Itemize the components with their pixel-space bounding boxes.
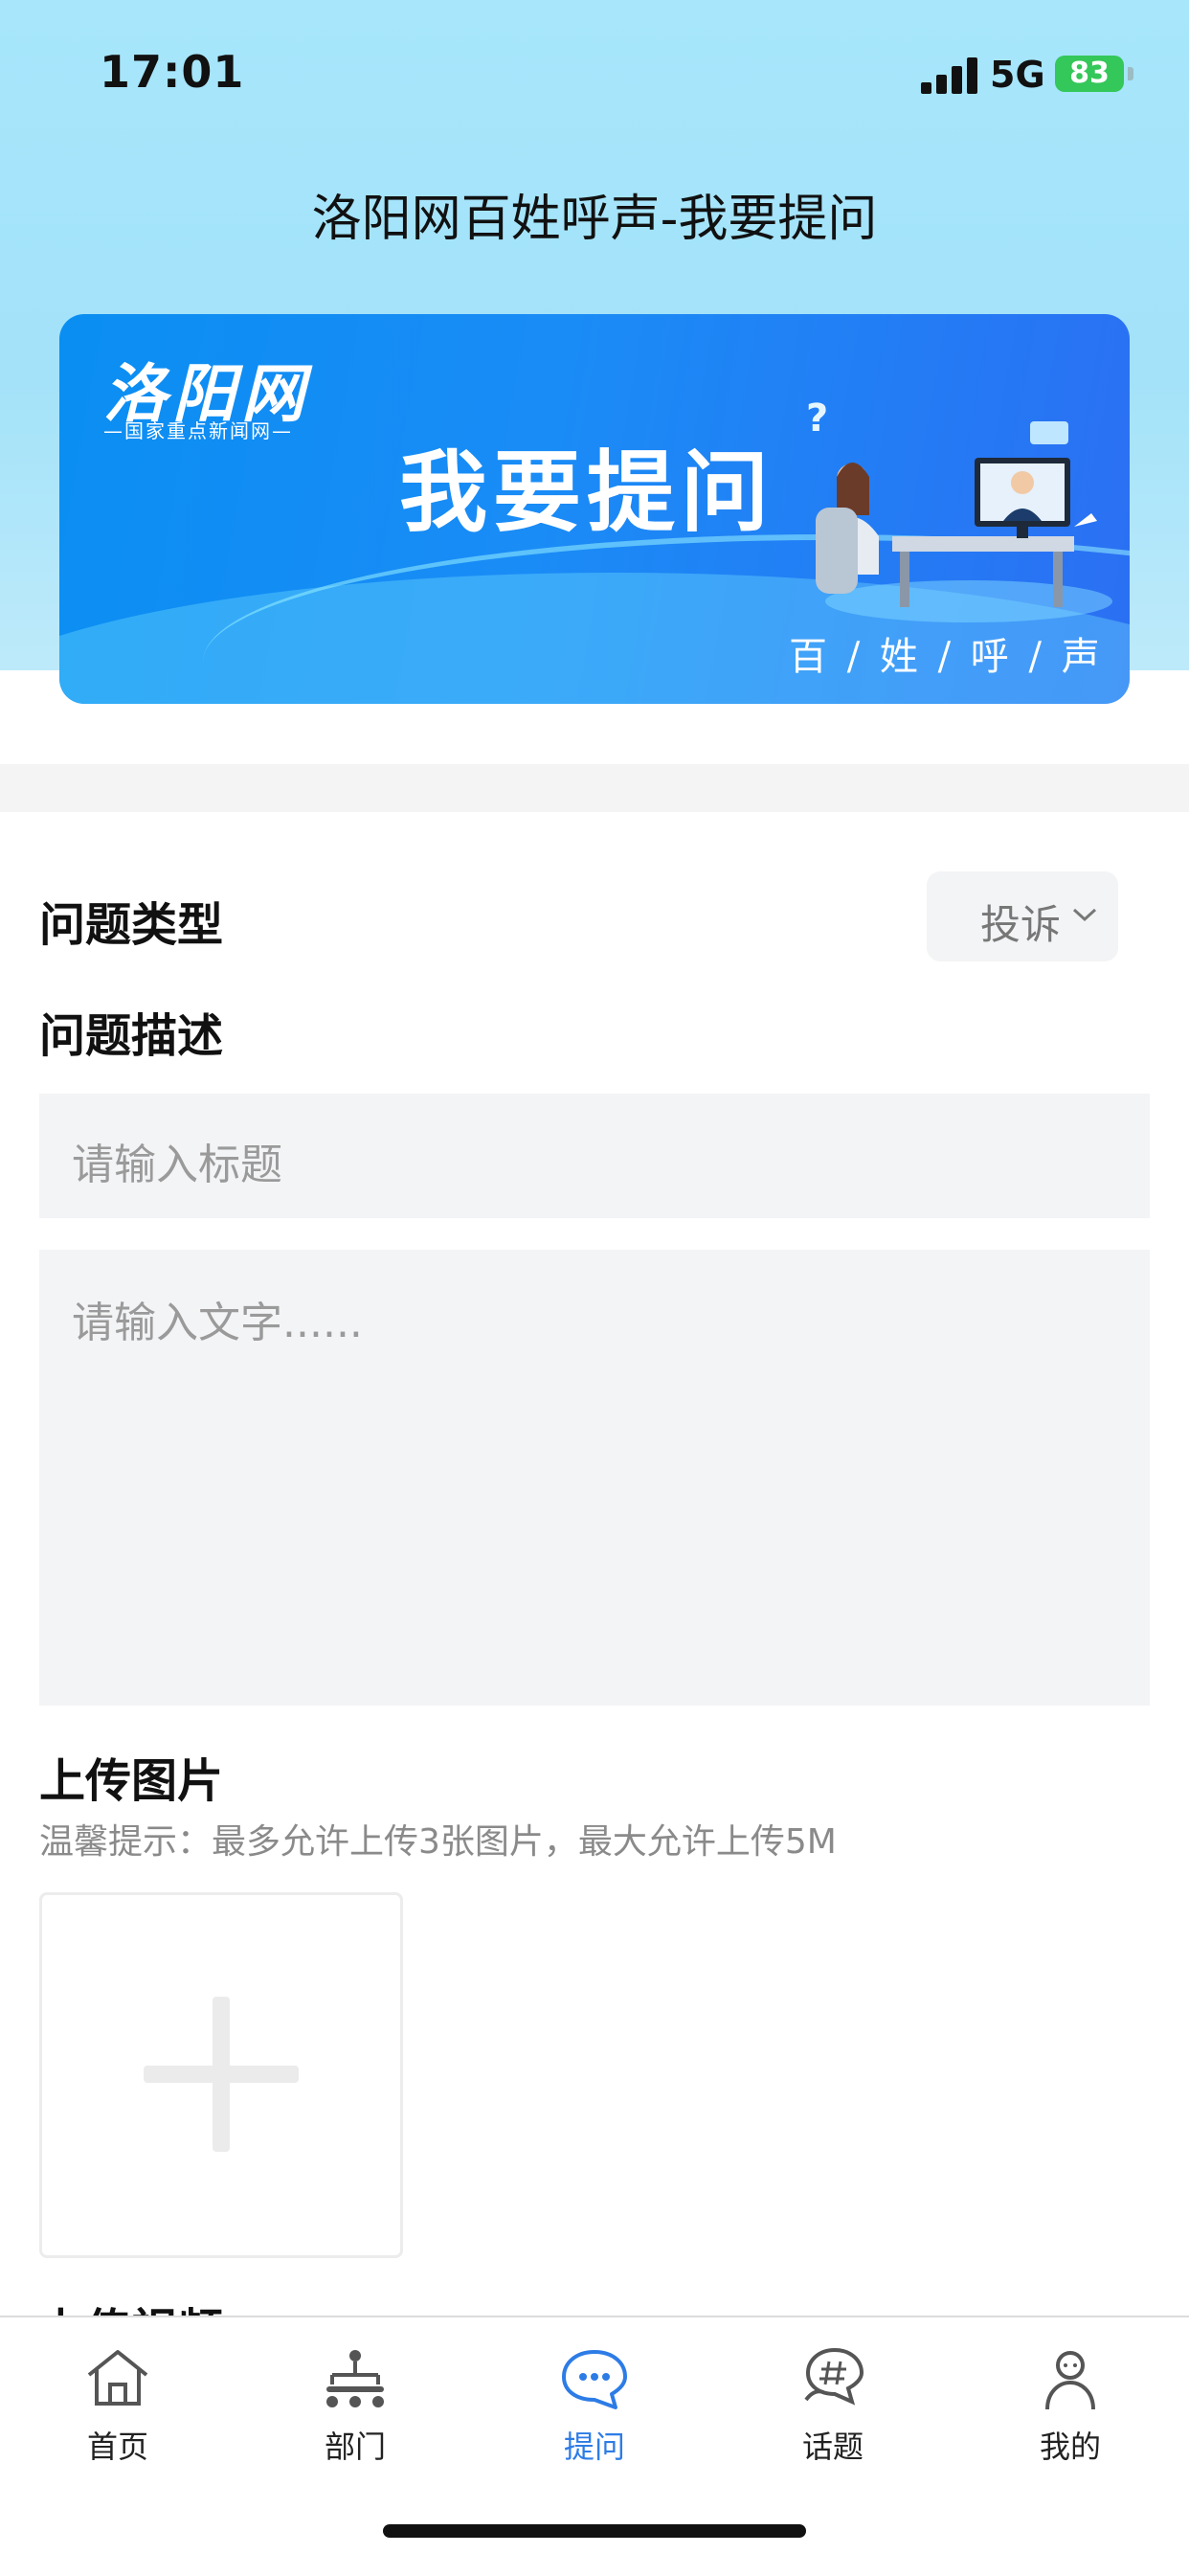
tab-departments[interactable]: 部门 [279,2342,432,2467]
person-icon [1045,2351,1095,2410]
title-input[interactable]: 请输入标题 [39,1094,1150,1218]
tab-topics[interactable]: 话题 [756,2342,909,2467]
signal-icon [921,56,978,94]
tab-topics-label: 话题 [801,2429,864,2465]
svg-text:?: ? [806,396,828,441]
description-textarea-placeholder: 请输入文字...... [72,1299,363,1347]
banner-logo-subtitle: —国家重点新闻网— [103,419,293,442]
home-icon [87,2350,148,2406]
question-type-value: 投诉 [980,901,1062,948]
tab-home-label: 首页 [86,2429,148,2465]
home-indicator[interactable] [383,2524,806,2538]
chat-bubble-icon [562,2350,627,2409]
chevron-down-icon [1072,908,1097,922]
org-chart-icon [326,2350,384,2407]
question-description-label: 问题描述 [39,1009,224,1063]
upload-image-button[interactable] [39,1892,403,2258]
upload-image-label: 上传图片 [39,1754,224,1808]
banner-illustration: ? [806,396,1112,622]
banner-headline: 我要提问 [399,441,775,544]
tab-profile[interactable]: 我的 [994,2342,1147,2467]
page-title: 洛阳网百姓呼声-我要提问 [311,191,878,248]
tab-departments-label: 部门 [324,2429,386,2465]
question-type-label: 问题类型 [39,898,224,952]
upload-hint: 温馨提示：最多允许上传3张图片，最大允许上传5M [39,1822,837,1862]
tab-home[interactable]: 首页 [41,2342,194,2467]
section-divider [0,764,1189,812]
tab-ask-label: 提问 [563,2429,625,2465]
battery-icon: 83 [1055,56,1124,92]
banner-slogan: 百 / 姓 / 呼 / 声 [789,635,1104,679]
battery-level: 83 [1069,56,1110,90]
topic-hashtag-icon [804,2347,864,2406]
tab-profile-label: 我的 [1039,2429,1101,2465]
description-textarea[interactable]: 请输入文字...... [39,1250,1150,1706]
status-time: 17:01 [100,46,245,98]
banner: 洛阳网 —国家重点新闻网— 我要提问 ? 百 / 姓 / 呼 / 声 [59,314,1130,704]
tab-ask[interactable]: 提问 [518,2342,671,2467]
network-type: 5G [990,54,1045,96]
question-type-select[interactable]: 投诉 [927,871,1118,961]
title-input-placeholder: 请输入标题 [72,1141,282,1189]
plus-icon-bar [144,2066,299,2083]
battery-tip [1128,67,1133,80]
status-bar: 17:01 5G 83 [0,0,1189,153]
